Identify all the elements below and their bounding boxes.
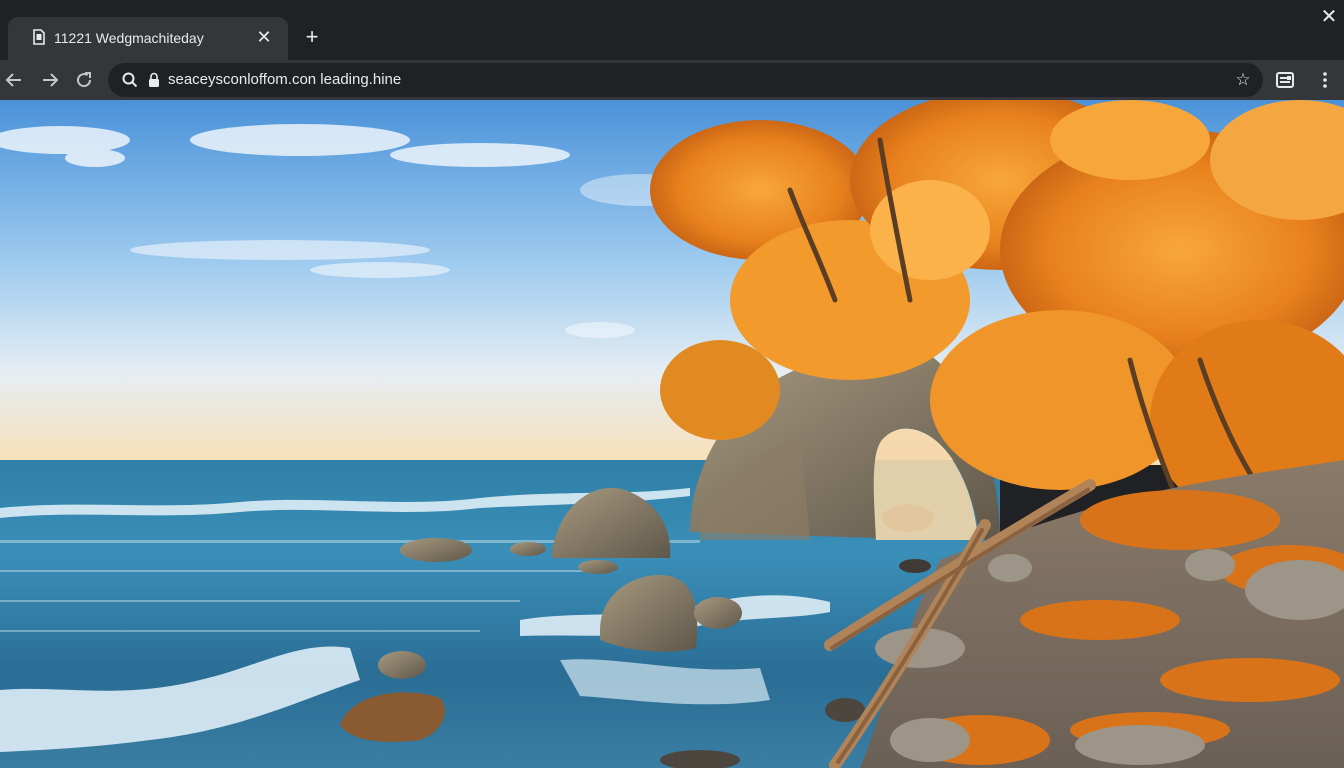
browser-toolbar: ☆: [0, 60, 1344, 100]
document-icon: [33, 29, 45, 45]
active-tab[interactable]: 11221 Wedgmachiteday ✕: [8, 17, 288, 60]
plus-icon[interactable]: +: [300, 26, 324, 50]
kebab-menu-icon[interactable]: [1314, 69, 1336, 91]
url-input[interactable]: [168, 63, 1168, 97]
address-bar[interactable]: ☆: [108, 63, 1263, 97]
search-icon: [122, 72, 138, 88]
reading-list-icon[interactable]: [1274, 69, 1296, 91]
tab-strip: 11221 Wedgmachiteday ✕ + ✕: [0, 0, 1344, 60]
browser-window: 11221 Wedgmachiteday ✕ + ✕ ☆: [0, 0, 1344, 768]
page-content: [0, 100, 1344, 768]
star-icon[interactable]: ☆: [1232, 69, 1254, 91]
arrow-left-icon[interactable]: [2, 68, 26, 92]
close-icon[interactable]: ✕: [254, 27, 274, 47]
lock-icon[interactable]: [148, 72, 160, 88]
tab-title: 11221 Wedgmachiteday: [54, 30, 204, 46]
window-close-icon[interactable]: ✕: [1318, 6, 1340, 28]
coastal-autumn-landscape: [0, 100, 1344, 768]
arrow-right-icon[interactable]: [38, 68, 62, 92]
reload-icon[interactable]: [72, 68, 96, 92]
